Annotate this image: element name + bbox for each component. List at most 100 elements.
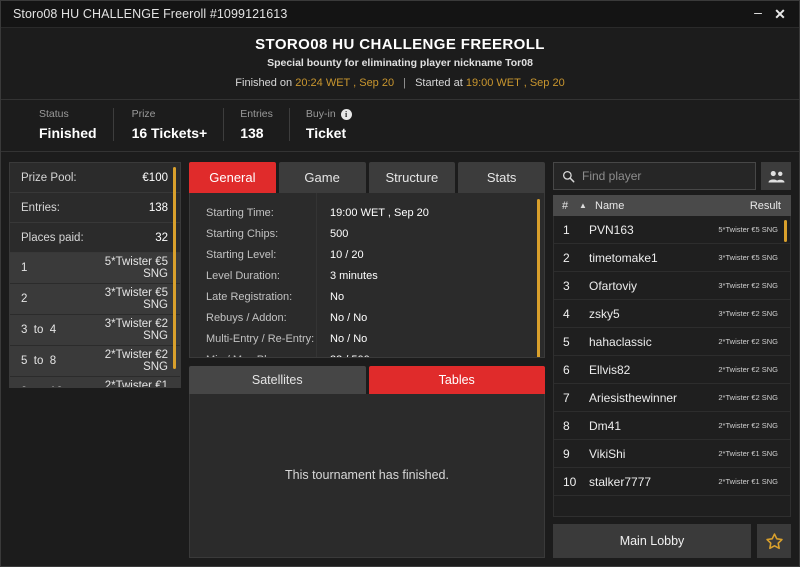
stat-prize-value: 16 Tickets+ (132, 125, 208, 141)
lobby-actions: Main Lobby (553, 524, 791, 558)
table-row[interactable]: 3 Ofartoviy 3*Twister €2 SNG (554, 272, 790, 300)
prize-pool-panel: Prize Pool: €100 Entries: 138 Places pai… (9, 162, 181, 388)
tab-satellites[interactable]: Satellites (189, 366, 366, 394)
stat-prize-label: Prize (132, 108, 208, 120)
column-header-num[interactable]: # (562, 200, 579, 212)
player-name: Ofartoviy (589, 279, 718, 293)
general-row: Starting Time: 19:00 WET , Sep 20 (190, 202, 544, 223)
prize-place-award: 3*Twister €5 SNG (83, 287, 168, 311)
prize-place-rank: 5 to 8 (21, 355, 83, 367)
tab-tables[interactable]: Tables (369, 366, 546, 394)
prize-pool-label: Prize Pool: (21, 172, 77, 184)
player-name: hahaclassic (589, 335, 718, 349)
prize-place-rank: 3 to 4 (21, 324, 83, 336)
search-input[interactable] (582, 169, 747, 183)
started-label: Started at (415, 77, 463, 89)
player-rank: 6 (563, 363, 589, 377)
prize-pool-column: Prize Pool: €100 Entries: 138 Places pai… (9, 162, 181, 558)
general-row: Starting Level: 10 / 20 (190, 244, 544, 265)
player-result: 2*Twister €1 SNG (718, 477, 778, 486)
general-panel: Starting Time: 19:00 WET , Sep 20 Starti… (189, 193, 545, 358)
prize-panel-scrollbar[interactable] (173, 167, 176, 369)
prize-place-row: 9 to 16 2*Twister €1 SNG (10, 377, 180, 388)
general-label: Level Duration: (190, 270, 320, 282)
player-name: stalker7777 (589, 475, 718, 489)
tournament-lobby-window: Storo08 HU CHALLENGE Freeroll #109912161… (0, 0, 800, 567)
player-list-scrollbar[interactable] (784, 220, 787, 242)
table-row[interactable]: 8 Dm41 2*Twister €2 SNG (554, 412, 790, 440)
player-name: timetomake1 (589, 251, 718, 265)
general-value: 19:00 WET , Sep 20 (320, 207, 429, 219)
player-name: Ariesisthewinner (589, 391, 718, 405)
table-row[interactable]: 10 stalker7777 2*Twister €1 SNG (554, 468, 790, 496)
player-rank: 3 (563, 279, 589, 293)
stat-status-label: Status (39, 108, 97, 120)
general-label: Multi-Entry / Re-Entry: (190, 333, 320, 345)
player-list[interactable]: 1 PVN163 5*Twister €5 SNG 2 timetomake1 … (553, 216, 791, 517)
player-name: PVN163 (589, 223, 718, 237)
table-row[interactable]: 1 PVN163 5*Twister €5 SNG (554, 216, 790, 244)
player-search-row (553, 162, 791, 190)
table-row[interactable]: 9 VikiShi 2*Twister €1 SNG (554, 440, 790, 468)
table-row[interactable]: 6 Ellvis82 2*Twister €2 SNG (554, 356, 790, 384)
search-box[interactable] (553, 162, 756, 190)
general-label: Late Registration: (190, 291, 320, 303)
prize-summary-row: Places paid: 32 (10, 223, 180, 253)
general-row: Level Duration: 3 minutes (190, 265, 544, 286)
places-paid-label: Places paid: (21, 232, 84, 244)
sort-ascending-icon[interactable]: ▲ (579, 201, 595, 210)
tables-panel: This tournament has finished. (189, 394, 545, 559)
player-result: 2*Twister €1 SNG (718, 449, 778, 458)
tab-game[interactable]: Game (279, 162, 366, 193)
column-header-name[interactable]: Name (595, 200, 750, 212)
table-row[interactable]: 2 timetomake1 3*Twister €5 SNG (554, 244, 790, 272)
stat-buyin-label-text: Buy-in (306, 108, 336, 120)
prize-entries-label: Entries: (21, 202, 60, 214)
places-paid-value: 32 (155, 232, 168, 244)
general-label: Min / Max Players: (190, 354, 320, 358)
prize-entries-value: 138 (149, 202, 168, 214)
prize-place-award: 2*Twister €2 SNG (83, 349, 168, 373)
tab-general[interactable]: General (189, 162, 276, 193)
table-row[interactable]: 5 hahaclassic 2*Twister €2 SNG (554, 328, 790, 356)
favorite-button[interactable] (757, 524, 791, 558)
people-filter-button[interactable] (761, 162, 791, 190)
column-header-result[interactable]: Result (750, 200, 781, 212)
general-divider (316, 193, 317, 357)
tab-structure[interactable]: Structure (369, 162, 456, 193)
player-rank: 4 (563, 307, 589, 321)
tab-stats[interactable]: Stats (458, 162, 545, 193)
player-name: VikiShi (589, 447, 718, 461)
bottom-tabs: Satellites Tables (189, 366, 545, 394)
player-rank: 7 (563, 391, 589, 405)
people-icon (768, 170, 785, 183)
table-row[interactable]: 4 zsky5 3*Twister €2 SNG (554, 300, 790, 328)
minimize-button[interactable]: – (747, 3, 769, 25)
prize-place-award: 5*Twister €5 SNG (83, 256, 168, 280)
main-lobby-button[interactable]: Main Lobby (553, 524, 751, 558)
general-label: Starting Level: (190, 249, 320, 261)
stat-status: Status Finished (1, 108, 113, 141)
started-value: 19:00 WET , Sep 20 (466, 77, 565, 89)
prize-summary-row: Entries: 138 (10, 193, 180, 223)
prize-place-row: 5 to 8 2*Twister €2 SNG (10, 346, 180, 377)
player-rank: 8 (563, 419, 589, 433)
general-value: No / No (320, 333, 367, 345)
main-body: Prize Pool: €100 Entries: 138 Places pai… (1, 152, 799, 566)
player-rank: 9 (563, 447, 589, 461)
stat-status-value: Finished (39, 125, 97, 141)
general-panel-scrollbar[interactable] (537, 199, 540, 358)
table-row[interactable]: 7 Ariesisthewinner 2*Twister €2 SNG (554, 384, 790, 412)
prize-place-row: 2 3*Twister €5 SNG (10, 284, 180, 315)
general-value: 33 / 500 (320, 354, 370, 358)
info-icon[interactable]: i (341, 109, 352, 120)
general-rows: Starting Time: 19:00 WET , Sep 20 Starti… (190, 193, 544, 358)
finished-label: Finished on (235, 77, 292, 89)
close-button[interactable]: ✕ (769, 3, 791, 25)
stat-entries: Entries 138 (223, 108, 289, 141)
general-value: No (320, 291, 344, 303)
stat-entries-label: Entries (240, 108, 273, 120)
prize-pool-value: €100 (142, 172, 168, 184)
general-row: Rebuys / Addon: No / No (190, 307, 544, 328)
player-rank: 2 (563, 251, 589, 265)
